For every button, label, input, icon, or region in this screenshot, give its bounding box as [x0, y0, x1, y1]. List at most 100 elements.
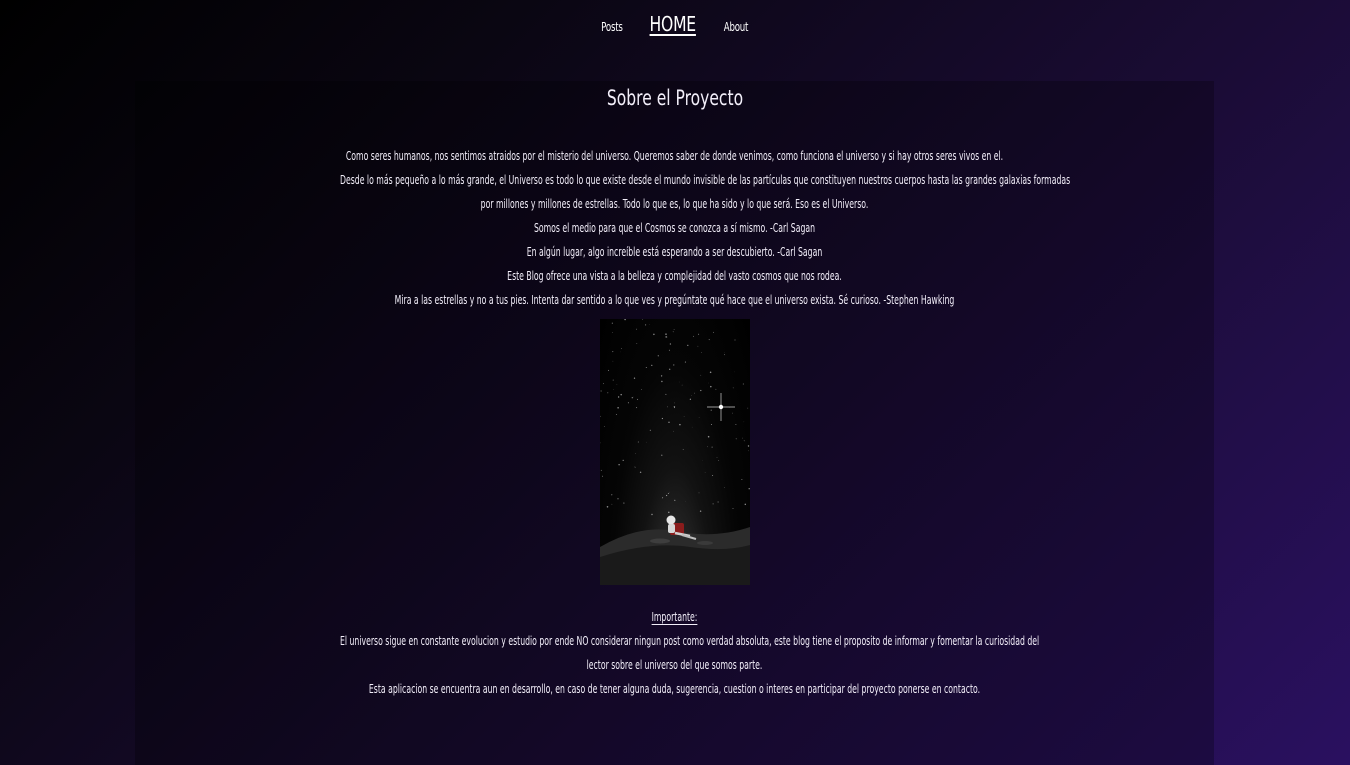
intro-line: Este Blog ofrece una vista a la belleza … — [507, 268, 842, 283]
important-heading: Importante: — [651, 609, 698, 624]
star-dot — [741, 479, 743, 480]
star-dot — [710, 385, 712, 388]
star-dot — [613, 389, 614, 390]
star-dot — [743, 440, 745, 442]
top-navigation: Posts HOME About — [0, 12, 1350, 36]
intro-line: por millones y millones de estrellas. To… — [480, 196, 869, 211]
star-dot — [732, 412, 733, 414]
star-dot — [701, 352, 702, 354]
star-dot — [667, 406, 668, 408]
star-dot — [661, 454, 663, 456]
star-dot — [744, 503, 747, 506]
star-dot — [681, 384, 683, 386]
star-dot — [603, 426, 605, 427]
nav-link-about[interactable]: About — [723, 20, 748, 34]
star-dot — [639, 471, 642, 474]
star-dot — [615, 414, 617, 416]
star-dot — [715, 388, 717, 390]
star-dot — [693, 335, 695, 337]
star-dot — [747, 445, 750, 447]
star-dot — [713, 331, 715, 333]
astronaut-image-art — [600, 319, 750, 585]
star-dot — [674, 402, 675, 404]
star-dot — [673, 364, 675, 366]
star-dot — [617, 498, 619, 500]
star-dot — [661, 417, 664, 420]
star-dot — [700, 374, 702, 376]
important-notice: Importante: El universo sigue en constan… — [135, 605, 1214, 701]
star-dot — [683, 416, 685, 417]
star-dot — [694, 392, 695, 394]
star-dot — [657, 355, 659, 357]
star-dot — [649, 429, 651, 431]
star-dot — [611, 322, 613, 324]
star-dot — [612, 351, 614, 353]
star-dot — [718, 460, 719, 461]
star-dot — [716, 457, 718, 458]
star-dot — [611, 494, 613, 496]
star-dot — [674, 499, 676, 501]
star-dot — [724, 487, 725, 488]
star-dot — [717, 501, 719, 503]
star-dot — [634, 466, 636, 468]
star-dot — [612, 360, 614, 362]
star-dot — [662, 497, 664, 499]
star-dot — [707, 435, 710, 438]
star-dot — [645, 366, 647, 369]
star-dot — [665, 336, 667, 338]
star-dot — [742, 437, 743, 439]
star-dot — [689, 398, 692, 400]
star-dot — [710, 409, 712, 411]
star-dot — [621, 348, 622, 349]
star-dot — [669, 343, 672, 345]
star-dot — [668, 511, 670, 514]
star-dot — [687, 344, 689, 347]
star-dot — [698, 492, 700, 494]
star-dot — [673, 430, 674, 432]
star-dot — [641, 389, 642, 390]
star-dot — [704, 471, 706, 473]
important-line: El universo sigue en constante evolucion… — [340, 633, 1040, 648]
star-dot — [600, 469, 602, 471]
star-dot — [668, 491, 670, 493]
star-dot — [668, 349, 670, 351]
star-dot — [665, 333, 667, 335]
star-dot — [712, 475, 714, 476]
star-dot — [623, 502, 625, 504]
star-dot — [708, 339, 710, 341]
star-dot — [691, 395, 692, 397]
star-dot — [732, 387, 734, 389]
quote-carl-sagan-1: Somos el medio para que el Cosmos se con… — [533, 220, 816, 235]
star-dot — [645, 324, 647, 326]
star-dot — [742, 383, 744, 385]
star-dot — [707, 446, 708, 448]
star-dot — [636, 407, 638, 409]
star-dot — [732, 508, 734, 510]
star-dot — [608, 369, 609, 371]
important-line: lector sobre el universo del que somos p… — [586, 657, 763, 672]
star-dot — [635, 453, 636, 454]
star-dot — [651, 513, 653, 516]
quote-stephen-hawking: Mira a las estrellas y no a tus pies. In… — [394, 292, 955, 307]
nav-link-posts[interactable]: Posts — [602, 20, 624, 34]
star-dot — [600, 442, 601, 444]
intro-line: Desde lo más pequeño a lo más grande, el… — [340, 172, 1071, 187]
star-dot — [636, 343, 638, 344]
page-title: Sobre el Proyecto — [135, 86, 1214, 110]
star-dot — [698, 417, 700, 418]
star-dot — [607, 392, 609, 394]
star-dot — [748, 488, 750, 490]
star-dot — [617, 407, 619, 409]
star-dot — [747, 407, 749, 409]
star-dot — [699, 510, 702, 512]
nav-link-home[interactable]: HOME — [650, 12, 697, 36]
star-dot — [636, 328, 638, 330]
star-dot — [667, 492, 669, 495]
star-dot — [651, 364, 653, 367]
star-dot — [661, 380, 663, 383]
star-dot — [653, 333, 655, 336]
star-dot — [616, 384, 618, 385]
bright-star-icon — [707, 393, 735, 421]
star-dot — [627, 402, 629, 404]
star-dot — [660, 375, 663, 377]
